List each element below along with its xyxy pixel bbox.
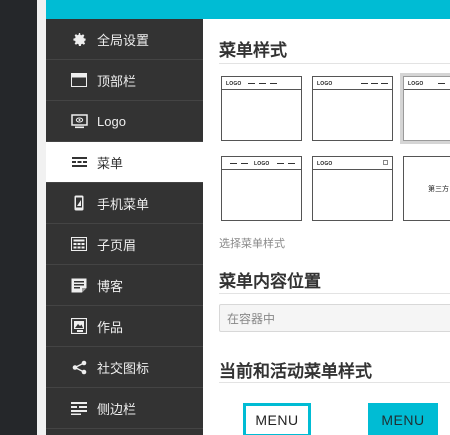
menu-icon	[70, 153, 88, 171]
divider	[219, 63, 450, 64]
preview-menu-dash	[259, 83, 266, 84]
preview-menu-dash	[277, 163, 284, 164]
active-menu-style-title: 当前和活动菜单样式	[219, 362, 372, 382]
sidebar-item-label: 社交图标	[97, 360, 150, 376]
menu-style-filled-button[interactable]: MENU	[368, 403, 438, 435]
sidebar-item-mobile-menu[interactable]: 手机菜单	[46, 183, 203, 224]
divider	[219, 293, 450, 294]
menu-style-title: 菜单样式	[219, 41, 287, 61]
sidebar-item-sidebar[interactable]: 侧边栏	[46, 388, 203, 429]
preview-logo-text: LOGO	[254, 161, 270, 167]
sidebar-item-label: 手机菜单	[97, 196, 150, 212]
preview-menu-dash	[230, 163, 237, 164]
sidebar-item-top-bar[interactable]: 顶部栏	[46, 60, 203, 101]
menu-content-position-title: 菜单内容位置	[219, 272, 321, 292]
menu-style-option-6[interactable]: 第三方	[403, 156, 450, 221]
top-bar-icon	[70, 71, 88, 89]
settings-sidebar: 全局设置 顶部栏 Logo 菜单 手机菜单 子页眉 博客 作品 社交图标 侧边栏	[46, 19, 203, 435]
preview-menu-dash	[438, 83, 445, 84]
sidebar-item-label: 顶部栏	[97, 73, 137, 89]
menu-style-hint: 选择菜单样式	[219, 238, 285, 250]
subheader-icon	[70, 235, 88, 253]
sidebar-item-label: 全局设置	[97, 32, 150, 48]
select-value: 在容器中	[227, 311, 276, 326]
preview-menu-dash	[288, 163, 295, 164]
preview-menu-dash	[241, 163, 248, 164]
portfolio-icon	[70, 317, 88, 335]
preview-menu-dash	[248, 83, 255, 84]
mobile-icon	[70, 194, 88, 212]
settings-content: 菜单样式 LOGO LOGO LOGO LOGO LOGO 第三方 选择菜单样式	[203, 19, 450, 435]
menu-button-label: MENU	[255, 412, 299, 428]
preview-logo-text: LOGO	[317, 161, 333, 167]
preview-logo-text: LOGO	[226, 81, 242, 87]
divider	[219, 382, 450, 383]
sidebar-item-label: 子页眉	[97, 237, 137, 253]
third-party-label: 第三方	[428, 186, 449, 193]
sidebar-item-label: Logo	[97, 113, 126, 129]
sidebar-item-logo[interactable]: Logo	[46, 101, 203, 142]
sidebar-item-social-icons[interactable]: 社交图标	[46, 347, 203, 388]
sidebar-item-label: 博客	[97, 278, 124, 294]
sidebar-item-label: 作品	[97, 319, 124, 335]
menu-style-option-4[interactable]: LOGO	[221, 156, 302, 221]
menu-content-position-select[interactable]: 在容器中	[219, 304, 450, 332]
sidebar-item-menu[interactable]: 菜单	[46, 142, 203, 183]
sidebar-item-global-settings[interactable]: 全局设置	[46, 19, 203, 60]
menu-button-label: MENU	[381, 412, 425, 428]
share-icon	[70, 358, 88, 376]
outer-dark-panel	[0, 0, 37, 435]
sidebar-item-subheader[interactable]: 子页眉	[46, 224, 203, 265]
sidebar-item-label: 菜单	[97, 155, 124, 171]
sidebar-item-label: 侧边栏	[97, 401, 137, 417]
sidebar-item-portfolio[interactable]: 作品	[46, 306, 203, 347]
blog-icon	[70, 276, 88, 294]
menu-style-option-2[interactable]: LOGO	[312, 76, 393, 141]
preview-menu-dash	[361, 83, 368, 84]
preview-logo-text: LOGO	[317, 81, 333, 87]
menu-style-option-5[interactable]: LOGO	[312, 156, 393, 221]
accent-top-bar	[46, 0, 450, 19]
preview-menu-dash	[270, 83, 277, 84]
gear-icon	[70, 30, 88, 48]
sidebar-icon	[70, 399, 88, 417]
menu-style-option-3[interactable]: LOGO	[400, 73, 450, 144]
logo-monitor-icon	[70, 112, 88, 130]
preview-hamburger-icon	[383, 160, 388, 165]
preview-logo-text: LOGO	[408, 81, 424, 87]
sidebar-item-blog[interactable]: 博客	[46, 265, 203, 306]
outer-gutter	[37, 0, 46, 435]
preview-menu-dash	[381, 83, 388, 84]
menu-style-option-1[interactable]: LOGO	[221, 76, 302, 141]
menu-style-outline-button[interactable]: MENU	[243, 403, 311, 435]
preview-menu-dash	[371, 83, 378, 84]
